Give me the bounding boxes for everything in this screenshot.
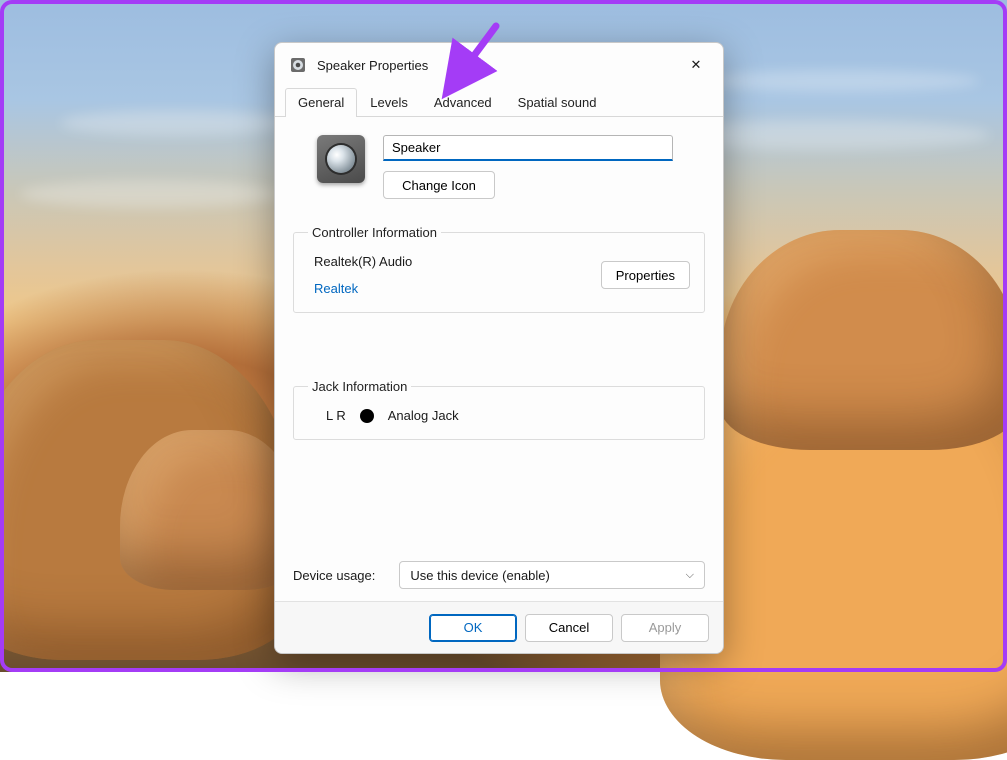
jack-color-dot [360,409,374,423]
change-icon-button[interactable]: Change Icon [383,171,495,199]
jack-info-legend: Jack Information [308,379,411,394]
dialog-footer: OK Cancel Apply [275,601,723,653]
tab-spatial-sound[interactable]: Spatial sound [505,88,610,117]
controller-properties-button[interactable]: Properties [601,261,690,289]
tab-row: General Levels Advanced Spatial sound [275,87,723,117]
cancel-button[interactable]: Cancel [525,614,613,642]
close-icon: ✕ [691,57,702,73]
controller-info-group: Controller Information Realtek(R) Audio … [293,225,705,313]
tab-levels[interactable]: Levels [357,88,421,117]
chevron-down-icon: ⌵ [686,569,694,582]
device-usage-label: Device usage: [293,568,375,583]
device-usage-value: Use this device (enable) [410,568,549,583]
tab-general[interactable]: General [285,88,357,117]
jack-label: Analog Jack [388,408,459,423]
device-name-input[interactable] [383,135,673,161]
close-button[interactable]: ✕ [673,49,719,81]
tab-content-general: Change Icon Controller Information Realt… [275,117,723,601]
window-title: Speaker Properties [317,58,673,73]
apply-button[interactable]: Apply [621,614,709,642]
jack-channels: L R [326,408,346,423]
controller-name: Realtek(R) Audio [314,254,412,269]
tab-advanced[interactable]: Advanced [421,88,505,117]
ok-button[interactable]: OK [429,614,517,642]
speaker-properties-dialog: Speaker Properties ✕ General Levels Adva… [274,42,724,654]
jack-info-group: Jack Information L R Analog Jack [293,379,705,440]
titlebar: Speaker Properties ✕ [275,43,723,87]
speaker-icon [289,56,307,74]
controller-vendor-link[interactable]: Realtek [314,281,412,296]
device-usage-select[interactable]: Use this device (enable) ⌵ [399,561,705,589]
device-icon [317,135,365,183]
controller-info-legend: Controller Information [308,225,441,240]
